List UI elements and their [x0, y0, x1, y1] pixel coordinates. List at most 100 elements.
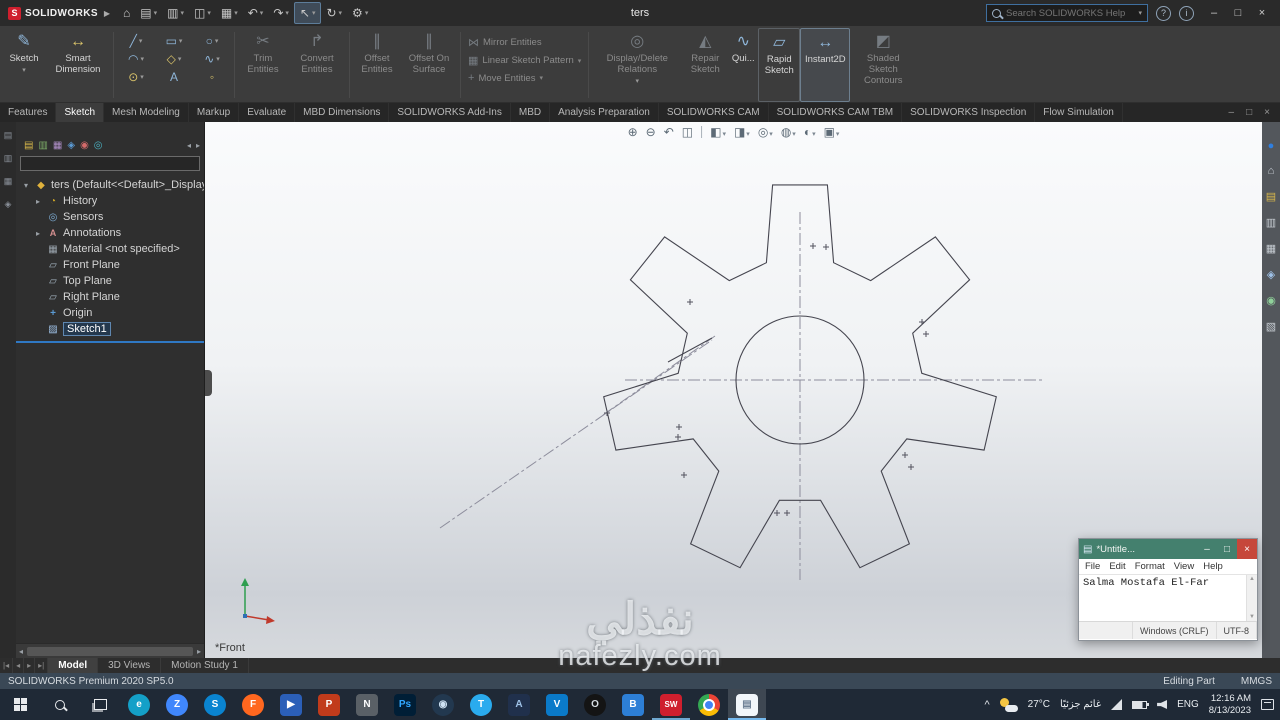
rollback-bar[interactable] — [16, 341, 204, 343]
tree-horizontal-scrollbar[interactable]: ◂ ▸ — [16, 643, 204, 658]
taskbar-app-edge[interactable]: e — [120, 689, 158, 720]
help-search-input[interactable] — [1006, 8, 1133, 19]
arc-tool[interactable]: ◠▾ — [119, 52, 153, 66]
notepad-titlebar[interactable]: ▤ *Untitle... – □ × — [1079, 539, 1257, 559]
minimize-button[interactable]: – — [1202, 0, 1226, 26]
tab-analysis-preparation[interactable]: Analysis Preparation — [550, 103, 659, 122]
tab-addins[interactable]: SOLIDWORKS Add-Ins — [389, 103, 510, 122]
tree-item-sketch1[interactable]: ▨Sketch1 — [16, 321, 204, 337]
taskbar-app-firefox[interactable]: F — [234, 689, 272, 720]
line-tool[interactable]: ╱▾ — [119, 34, 153, 48]
pane-icon-2[interactable]: ▥ — [4, 153, 13, 164]
scroll-left-icon[interactable]: ◂ — [19, 647, 23, 656]
display-style-icon[interactable]: ◨▾ — [734, 125, 750, 139]
home-button[interactable]: ⌂ — [118, 2, 135, 24]
expand-arrow-icon[interactable]: ▾ — [24, 181, 34, 190]
tab-scroll-left-icon[interactable]: ◂ — [187, 141, 191, 150]
taskbar-app-zoom[interactable]: Z — [158, 689, 196, 720]
notepad-window[interactable]: ▤ *Untitle... – □ × File Edit Format Vie… — [1078, 538, 1258, 641]
tree-item-right-plane[interactable]: ▱Right Plane — [16, 289, 204, 305]
home-pane-icon[interactable]: ⌂ — [1268, 165, 1275, 177]
tab-mesh-modeling[interactable]: Mesh Modeling — [104, 103, 189, 122]
tray-expand-icon[interactable]: ^ — [985, 699, 990, 711]
menu-expand-arrow-icon[interactable]: ▶ — [104, 9, 110, 18]
repair-sketch-button[interactable]: ◭Repair Sketch — [682, 28, 728, 102]
doc-minimize-button[interactable]: – — [1229, 107, 1235, 118]
offset-entities-button[interactable]: ∥Offset Entities — [353, 28, 401, 102]
language-indicator[interactable]: ENG — [1177, 699, 1199, 710]
offset-on-surface-button[interactable]: ∥Offset On Surface — [401, 28, 457, 102]
undo-button[interactable]: ↶▾ — [243, 2, 269, 24]
tab-mbd-dimensions[interactable]: MBD Dimensions — [295, 103, 389, 122]
custom-properties-icon[interactable]: ◉ — [1266, 294, 1276, 307]
ellipse-tool[interactable]: ⊙▾ — [119, 70, 153, 84]
volume-icon[interactable] — [1157, 700, 1167, 709]
solidworks-logo[interactable]: S SOLIDWORKS ▶ — [0, 7, 118, 20]
polygon-tool[interactable]: ◇▾ — [157, 52, 191, 66]
network-icon[interactable] — [1111, 699, 1122, 710]
configurationmanager-tab-icon[interactable]: ▦ — [53, 140, 62, 151]
file-explorer-icon[interactable]: ▥ — [1266, 216, 1276, 229]
tab-scroll-right-icon[interactable]: ▸ — [196, 141, 200, 150]
menu-format[interactable]: Format — [1135, 561, 1165, 572]
3dexperience-icon[interactable]: ● — [1268, 140, 1275, 152]
text-tool[interactable]: A — [157, 70, 191, 84]
taskbar-app-audio[interactable]: A — [500, 689, 538, 720]
tree-item-sensors[interactable]: ◎Sensors — [16, 209, 204, 225]
tab-solidworks-cam[interactable]: SOLIDWORKS CAM — [659, 103, 769, 122]
maximize-button[interactable]: □ — [1226, 0, 1250, 26]
weather-temp[interactable]: 27°C — [1028, 699, 1050, 710]
point-tool[interactable]: ◦ — [195, 70, 229, 84]
taskbar-app-skype[interactable]: S — [196, 689, 234, 720]
pane-icon-3[interactable]: ▦ — [4, 176, 13, 187]
taskbar-app-notepad[interactable]: ▤ — [728, 689, 766, 720]
taskbar-app-chrome[interactable] — [690, 689, 728, 720]
zoom-fit-icon[interactable]: ⊕ — [628, 125, 638, 139]
tree-item-material[interactable]: ▦Material <not specified> — [16, 241, 204, 257]
scrollbar-thumb[interactable] — [27, 647, 193, 656]
notepad-minimize-button[interactable]: – — [1197, 539, 1217, 559]
tab-3d-views[interactable]: 3D Views — [98, 658, 161, 673]
doc-close-button[interactable]: × — [1264, 107, 1270, 118]
tab-prev-icon[interactable]: ◂ — [13, 658, 24, 673]
tab-features[interactable]: Features — [0, 103, 56, 122]
save-button[interactable]: ◫▾ — [189, 2, 216, 24]
taskbar-app-vscode[interactable]: V — [538, 689, 576, 720]
doc-restore-button[interactable]: □ — [1246, 107, 1252, 118]
rapid-sketch-button[interactable]: ▱Rapid Sketch — [758, 28, 800, 102]
taskbar-app-paint[interactable]: B — [614, 689, 652, 720]
taskbar-app-obs[interactable]: O — [576, 689, 614, 720]
taskbar-app-notes[interactable]: N — [348, 689, 386, 720]
tab-last-icon[interactable]: ▸| — [35, 658, 48, 673]
expand-arrow-icon[interactable]: ▸ — [36, 229, 46, 238]
previous-view-icon[interactable]: ↶ — [664, 125, 674, 139]
apply-scene-icon[interactable]: ◐▾ — [804, 125, 816, 139]
taskbar-app-camera[interactable]: ◉ — [424, 689, 462, 720]
trim-entities-button[interactable]: ✂Trim Entities — [238, 28, 288, 102]
tree-filter-box[interactable] — [20, 156, 200, 171]
appearances-icon[interactable]: ◈ — [1267, 268, 1275, 281]
taskbar-app-photoshop[interactable]: Ps — [386, 689, 424, 720]
zoom-area-icon[interactable]: ⊖ — [646, 125, 656, 139]
expand-arrow-icon[interactable]: ▸ — [36, 197, 46, 206]
taskbar-app-telegram[interactable]: T — [462, 689, 500, 720]
panel-splitter-handle[interactable] — [205, 370, 212, 396]
options-button[interactable]: ⚙▾ — [347, 2, 373, 24]
view-orientation-icon[interactable]: ◧▾ — [710, 125, 726, 139]
rebuild-button[interactable]: ↻▾ — [321, 2, 347, 24]
view-palette-icon[interactable]: ▦ — [1266, 242, 1276, 255]
open-button[interactable]: ▥▾ — [162, 2, 189, 24]
mirror-entities-button[interactable]: ⋈Mirror Entities — [468, 36, 581, 49]
tab-first-icon[interactable]: |◂ — [0, 658, 13, 673]
view-settings-icon[interactable]: ▣▾ — [824, 125, 840, 139]
scroll-right-icon[interactable]: ▸ — [197, 647, 201, 656]
pane-icon-1[interactable]: ▤ — [4, 130, 13, 141]
battery-icon[interactable] — [1132, 701, 1147, 709]
tree-item-front-plane[interactable]: ▱Front Plane — [16, 257, 204, 273]
notepad-close-button[interactable]: × — [1237, 539, 1257, 559]
tab-next-icon[interactable]: ▸ — [24, 658, 35, 673]
taskbar-app-movies[interactable]: ▶ — [272, 689, 310, 720]
edit-appearance-icon[interactable]: ◍▾ — [781, 125, 796, 139]
search-dropdown-icon[interactable]: ▾ — [1138, 9, 1142, 17]
menu-edit[interactable]: Edit — [1109, 561, 1125, 572]
